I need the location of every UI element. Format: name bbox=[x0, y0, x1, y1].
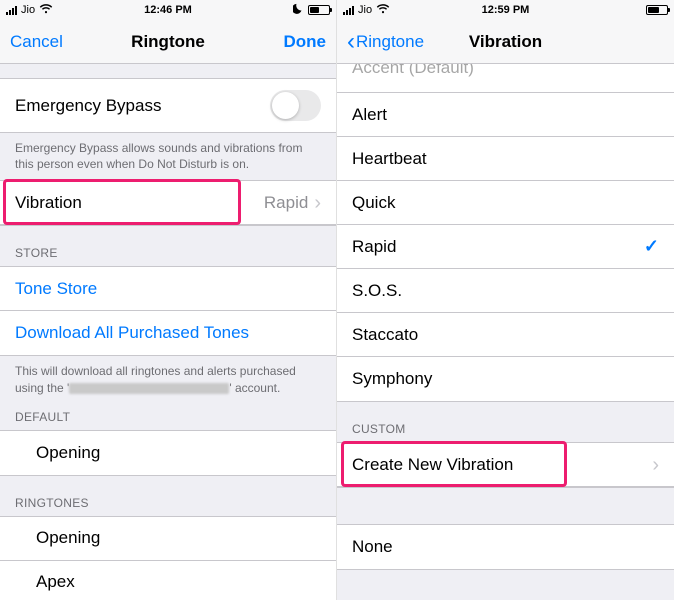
vibration-option-label: Alert bbox=[352, 105, 387, 125]
default-ringtone-label: Opening bbox=[36, 443, 100, 463]
nav-bar: ‹ Ringtone Vibration bbox=[337, 20, 674, 64]
vibration-option-label: Symphony bbox=[352, 369, 432, 389]
vibration-option-label: Accent (Default) bbox=[352, 64, 474, 78]
battery-icon bbox=[308, 5, 330, 15]
vibration-option-row[interactable]: S.O.S. bbox=[337, 269, 674, 313]
back-button[interactable]: ‹ Ringtone bbox=[347, 30, 424, 54]
chevron-left-icon: ‹ bbox=[347, 30, 355, 54]
ringtones-header: RINGTONES bbox=[0, 476, 336, 516]
custom-header: CUSTOM bbox=[337, 402, 674, 442]
ringtone-screen: Jio 12:46 PM Cancel Ringtone Done Emerge… bbox=[0, 0, 337, 600]
ringtone-label: Apex bbox=[36, 572, 75, 592]
vibration-none-label: None bbox=[352, 537, 393, 557]
create-new-vibration-label: Create New Vibration bbox=[352, 455, 513, 475]
vibration-label: Vibration bbox=[15, 193, 82, 213]
content-scroll[interactable]: Accent (Default) Alert Heartbeat Quick R… bbox=[337, 64, 674, 600]
create-new-vibration-row[interactable]: Create New Vibration › bbox=[337, 443, 674, 487]
ringtone-row[interactable]: Apex bbox=[0, 561, 336, 600]
vibration-option-label: S.O.S. bbox=[352, 281, 402, 301]
chevron-right-icon: › bbox=[314, 193, 321, 213]
vibration-option-row[interactable]: Quick bbox=[337, 181, 674, 225]
vibration-option-label: Staccato bbox=[352, 325, 418, 345]
vibration-screen: Jio 12:59 PM ‹ Ringtone Vibration Accent… bbox=[337, 0, 674, 600]
content-scroll[interactable]: Emergency Bypass Emergency Bypass allows… bbox=[0, 64, 336, 600]
store-header: STORE bbox=[0, 226, 336, 266]
ringtone-row[interactable]: Opening bbox=[0, 517, 336, 561]
tone-store-row[interactable]: Tone Store bbox=[0, 267, 336, 311]
status-time: 12:59 PM bbox=[337, 4, 674, 16]
default-ringtone-row[interactable]: Opening bbox=[0, 431, 336, 475]
cancel-button[interactable]: Cancel bbox=[10, 32, 63, 52]
store-note: This will download all ringtones and ale… bbox=[0, 356, 336, 403]
status-bar: Jio 12:46 PM bbox=[0, 0, 336, 20]
vibration-option-label: Quick bbox=[352, 193, 395, 213]
emergency-bypass-row: Emergency Bypass bbox=[0, 79, 336, 132]
status-bar: Jio 12:59 PM bbox=[337, 0, 674, 20]
vibration-option-row[interactable]: Accent (Default) bbox=[337, 64, 674, 93]
battery-icon bbox=[646, 5, 668, 15]
default-header: DEFAULT bbox=[0, 404, 336, 430]
ringtone-label: Opening bbox=[36, 528, 100, 548]
emergency-bypass-label: Emergency Bypass bbox=[15, 96, 161, 116]
vibration-option-row[interactable]: Rapid ✓ bbox=[337, 225, 674, 269]
nav-bar: Cancel Ringtone Done bbox=[0, 20, 336, 64]
emergency-bypass-note: Emergency Bypass allows sounds and vibra… bbox=[0, 133, 336, 180]
vibration-option-row[interactable]: Symphony bbox=[337, 357, 674, 401]
checkmark-icon: ✓ bbox=[644, 236, 659, 257]
status-time: 12:46 PM bbox=[0, 4, 336, 16]
redacted-account bbox=[69, 383, 229, 394]
vibration-option-row[interactable]: Staccato bbox=[337, 313, 674, 357]
back-label: Ringtone bbox=[356, 32, 424, 52]
vibration-option-label: Rapid bbox=[352, 237, 396, 257]
vibration-option-row[interactable]: Heartbeat bbox=[337, 137, 674, 181]
vibration-option-row[interactable]: Alert bbox=[337, 93, 674, 137]
chevron-right-icon: › bbox=[652, 455, 659, 475]
vibration-row[interactable]: Vibration Rapid › bbox=[0, 181, 336, 225]
download-all-row[interactable]: Download All Purchased Tones bbox=[0, 311, 336, 355]
vibration-value: Rapid bbox=[264, 193, 308, 213]
emergency-bypass-toggle[interactable] bbox=[270, 90, 321, 121]
vibration-none-row[interactable]: None bbox=[337, 525, 674, 569]
vibration-option-label: Heartbeat bbox=[352, 149, 427, 169]
done-button[interactable]: Done bbox=[284, 32, 327, 52]
